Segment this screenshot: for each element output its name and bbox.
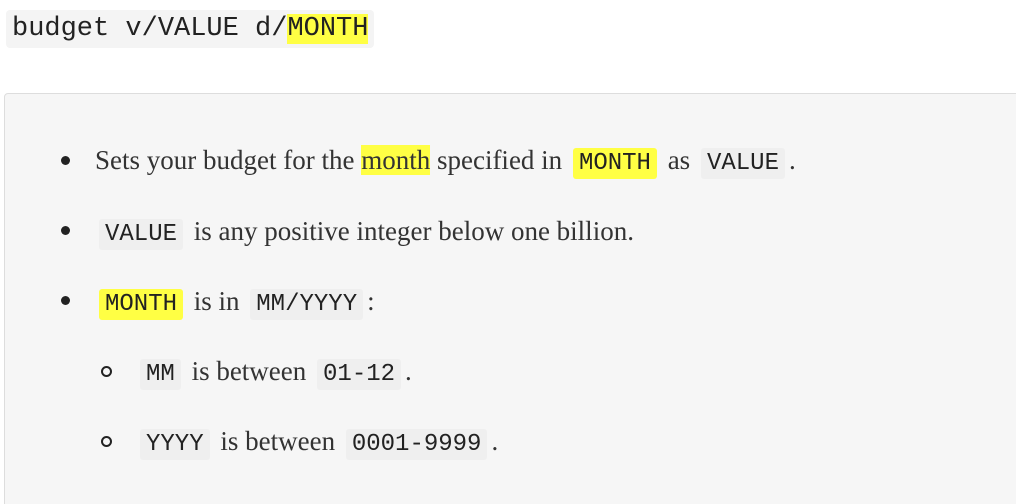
item-text: .	[788, 145, 796, 175]
code-range: 01-12	[317, 359, 402, 390]
code-range: 0001-9999	[345, 429, 488, 460]
bullet-icon	[61, 296, 70, 305]
code-yyyy: YYYY	[140, 429, 210, 460]
list-item-budget-desc: Sets your budget for the month specified…	[95, 140, 796, 180]
list-item-month-desc: MONTH is in MM/YYYY:	[95, 281, 375, 321]
item-text: as	[667, 145, 691, 175]
sub-item-mm: MM is between 01-12.	[136, 351, 412, 391]
code-value: VALUE	[99, 219, 184, 250]
list-item-value-desc: VALUE is any positive integer below one …	[95, 211, 634, 251]
item-text: is between	[191, 356, 307, 386]
sub-bullet-icon	[101, 436, 112, 447]
item-text: .	[405, 356, 412, 386]
item-text: .	[491, 426, 499, 456]
code-value: VALUE	[700, 148, 785, 179]
bullet-icon	[61, 156, 70, 165]
item-text: is between	[220, 426, 336, 456]
item-text: is in	[193, 286, 240, 316]
command-month-param: MONTH	[287, 14, 369, 44]
sub-bullet-icon	[101, 366, 112, 377]
item-text: :	[367, 286, 375, 316]
command-syntax: budget v/VALUE d/MONTH	[6, 10, 375, 48]
command-prefix: budget v/VALUE d/	[12, 14, 288, 44]
code-month: MONTH	[572, 148, 657, 179]
item-text: Sets your budget for the	[95, 145, 355, 175]
item-text: is any positive integer below one billio…	[193, 216, 634, 246]
highlighted-word: month	[361, 145, 431, 175]
code-month: MONTH	[99, 289, 184, 320]
sub-item-yyyy: YYYY is between 0001-9999.	[136, 421, 498, 461]
bullet-icon	[61, 226, 70, 235]
item-text: specified in	[436, 145, 563, 175]
code-mm: MM	[140, 359, 181, 390]
code-format: MM/YYYY	[250, 289, 364, 320]
